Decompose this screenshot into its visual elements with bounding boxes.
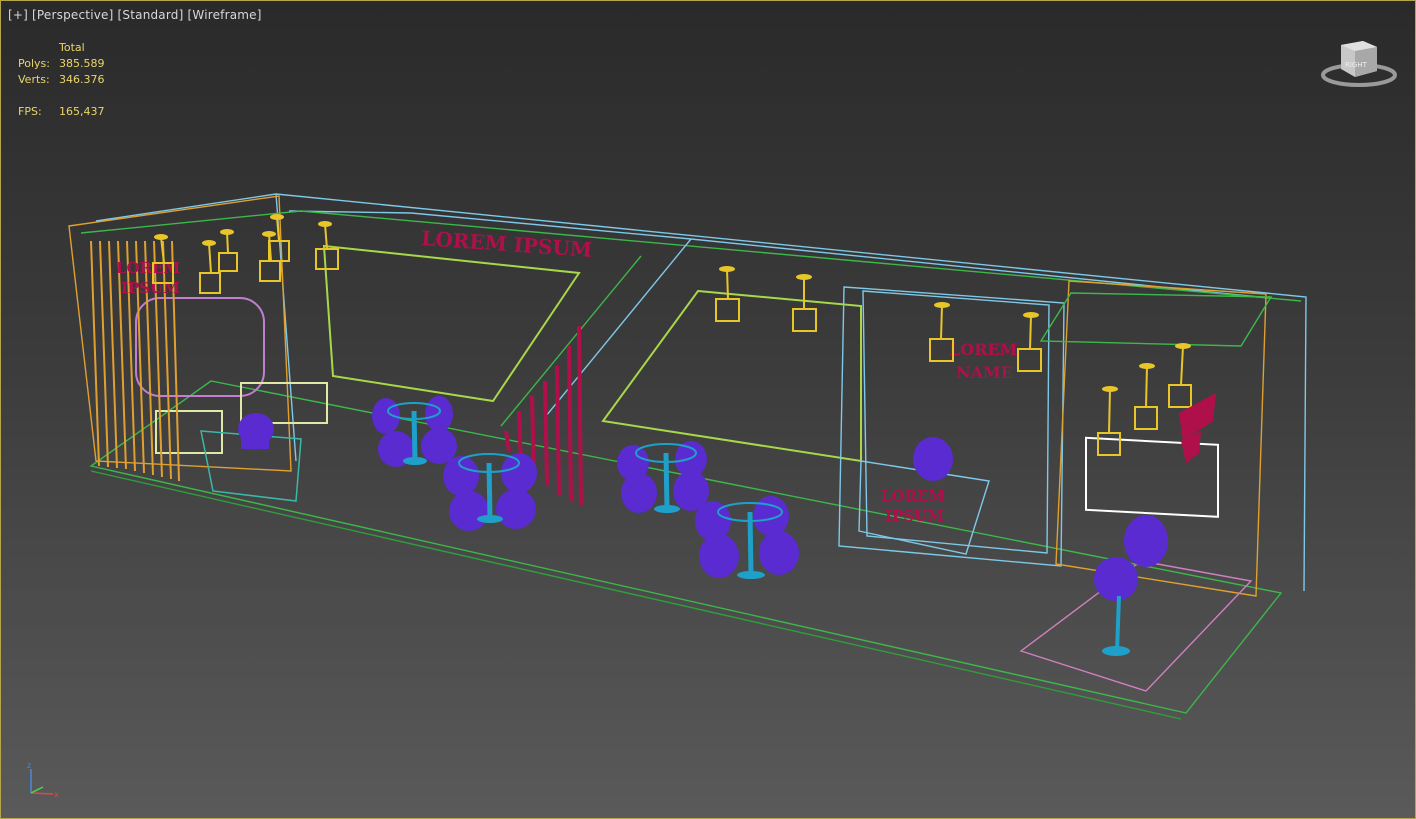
chairs [238,396,1168,601]
stats-header: Total [59,41,85,54]
viewport[interactable]: LOREM IPSUM LOREM IPSUM LOREM NAME LOREM… [0,0,1416,819]
logo-mark [1179,393,1216,463]
rounded-panel [135,297,265,397]
screen-panel-mid [601,289,862,463]
sign-top: LOREM IPSUM [421,226,593,262]
axis-tripod-icon: z x [27,761,59,799]
sign-left-2: IPSUM [121,279,180,297]
sign-right-1: LOREM [949,340,1017,359]
tables [387,402,1121,652]
viewport-menu-perspective[interactable]: [Perspective] [32,8,113,22]
viewport-menu-plus[interactable]: [+] [8,8,28,22]
pendant-lamps [152,216,1192,456]
fps-label: FPS: [18,105,42,118]
stats-overlay: Total Polys: 385.589 Verts: 346.376 FPS: 16… [18,40,105,120]
viewcube-icon[interactable]: RIGHT [1319,37,1399,93]
wireframe-scene[interactable]: LOREM IPSUM LOREM IPSUM LOREM NAME LOREM… [1,1,1416,819]
wall-top-edge [80,210,1302,302]
fps-value: 165,437 [59,105,105,118]
verts-value: 346.376 [59,73,105,86]
verts-label: Verts: [18,73,50,86]
axis-x-label: x [54,790,59,799]
sign-right-2: NAME [956,363,1013,382]
viewport-menu-standard[interactable]: [Standard] [118,8,184,22]
viewcube-face-label: RIGHT [1345,61,1368,69]
viewport-label: [+] [Perspective] [Standard] [Wireframe] [8,8,262,22]
axis-z-label: z [27,761,31,770]
sign-left-1: LOREM [116,259,180,277]
polys-value: 385.589 [59,57,105,70]
lamp-shades [154,214,1191,392]
ceiling-box [1039,292,1273,347]
counter-text-1: LOREM [881,487,945,505]
counter-text-2: IPSUM [885,507,944,525]
polys-label: Polys: [18,57,50,70]
viewport-menu-wireframe[interactable]: [Wireframe] [188,8,262,22]
